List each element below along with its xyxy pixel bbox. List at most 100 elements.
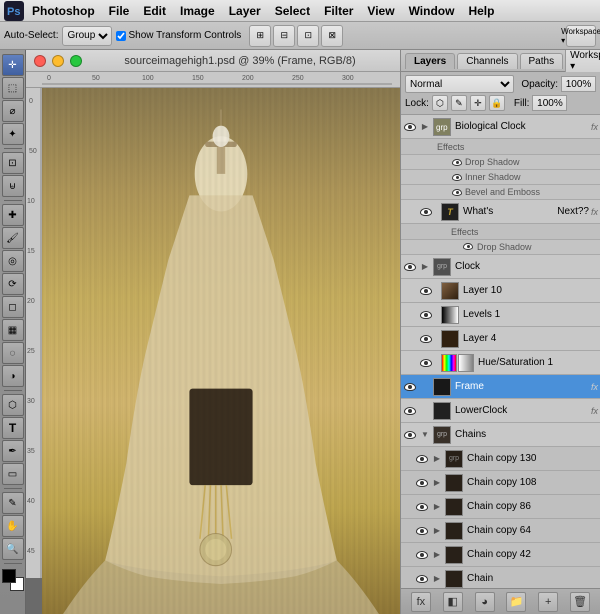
expand-chain-130[interactable]: ▶	[431, 452, 443, 466]
eye-layer-4[interactable]	[419, 332, 433, 346]
layer-lower-clock[interactable]: LowerClock fx	[401, 399, 600, 423]
layer-hue-saturation[interactable]: Hue/Saturation 1	[401, 351, 600, 375]
effect-inner-shadow-1[interactable]: Inner Shadow	[401, 170, 600, 185]
tool-magic-wand[interactable]: ✦	[2, 123, 24, 145]
menu-edit[interactable]: Edit	[137, 2, 172, 20]
tool-healing[interactable]: ✚	[2, 204, 24, 226]
expand-chain-64[interactable]: ▶	[431, 524, 443, 538]
tool-eraser[interactable]: ◻	[2, 296, 24, 318]
tool-clone[interactable]: ◎	[2, 250, 24, 272]
expand-chain-42[interactable]: ▶	[431, 548, 443, 562]
toolbar-icon-3[interactable]: ⊡	[297, 25, 319, 47]
menu-window[interactable]: Window	[403, 2, 461, 20]
tool-zoom[interactable]: 🔍	[2, 538, 24, 560]
layers-tab[interactable]: Layers	[405, 53, 455, 69]
lock-position-btn[interactable]: ✛	[470, 95, 486, 111]
tool-path[interactable]: ⬡	[2, 394, 24, 416]
opacity-input[interactable]	[561, 76, 596, 92]
canvas-content[interactable]: 0 50 10 15 20 25 30 35 40 45	[26, 88, 400, 614]
tool-dodge[interactable]: ◑	[2, 365, 24, 387]
window-maximize-btn[interactable]	[70, 55, 82, 67]
layer-clock[interactable]: ▶ grp Clock	[401, 255, 600, 279]
window-close-btn[interactable]	[34, 55, 46, 67]
layer-chain-copy-130[interactable]: ▶ grp Chain copy 130	[401, 447, 600, 471]
eye-drop-shadow-2[interactable]	[463, 243, 475, 251]
lock-pixels-btn[interactable]: ✎	[451, 95, 467, 111]
delete-layer-btn[interactable]: 🗑	[570, 592, 590, 612]
lock-all-btn[interactable]: 🔒	[489, 95, 505, 111]
window-minimize-btn[interactable]	[52, 55, 64, 67]
expand-biological-clock[interactable]: ▶	[419, 120, 431, 134]
menu-image[interactable]: Image	[174, 2, 221, 20]
eye-inner-shadow-1[interactable]	[451, 173, 463, 181]
layer-biological-clock[interactable]: ▶ grp Biological Clock fx	[401, 115, 600, 139]
eye-chain-42[interactable]	[415, 548, 429, 562]
eye-chain-108[interactable]	[415, 476, 429, 490]
effect-drop-shadow-1[interactable]: Drop Shadow	[401, 155, 600, 170]
new-group-btn[interactable]: 📁	[506, 592, 526, 612]
channels-tab[interactable]: Channels	[457, 53, 517, 69]
eye-whats-next[interactable]	[419, 205, 433, 219]
tool-type[interactable]: T	[2, 417, 24, 439]
tool-move[interactable]: ✛	[2, 54, 24, 76]
tool-blur[interactable]: ◌	[2, 342, 24, 364]
toolbar-icon-1[interactable]: ⊞	[249, 25, 271, 47]
new-layer-btn[interactable]: +	[538, 592, 558, 612]
add-mask-btn[interactable]: ◧	[443, 592, 463, 612]
tool-brush[interactable]: 🖌	[2, 227, 24, 249]
tool-note[interactable]: ✎	[2, 492, 24, 514]
expand-chain[interactable]: ▶	[431, 572, 443, 586]
expand-chains[interactable]: ▼	[419, 428, 431, 442]
effect-bevel-emboss[interactable]: Bevel and Emboss	[401, 185, 600, 200]
menu-select[interactable]: Select	[269, 2, 316, 20]
eye-bevel-emboss[interactable]	[451, 188, 463, 196]
tool-history[interactable]: ⟳	[2, 273, 24, 295]
tool-lasso[interactable]: ⌀	[2, 100, 24, 122]
layer-chains[interactable]: ▼ grp Chains	[401, 423, 600, 447]
workspace-icon[interactable]: Workspace ▾	[566, 25, 596, 47]
show-transform-checkbox[interactable]	[116, 31, 126, 41]
tool-crop[interactable]: ⊡	[2, 152, 24, 174]
toolbar-icon-2[interactable]: ⊟	[273, 25, 295, 47]
eye-chain-86[interactable]	[415, 500, 429, 514]
eye-chains[interactable]	[403, 428, 417, 442]
blend-mode-select[interactable]: Normal	[405, 75, 514, 93]
tool-pen[interactable]: ✒	[2, 440, 24, 462]
eye-chain[interactable]	[415, 572, 429, 586]
photo-canvas[interactable]	[42, 88, 400, 614]
layer-whats-next[interactable]: T What's Next?? fx	[401, 200, 600, 224]
eye-drop-shadow-1[interactable]	[451, 158, 463, 166]
eye-levels-1[interactable]	[419, 308, 433, 322]
menu-help[interactable]: Help	[462, 2, 500, 20]
paths-tab[interactable]: Paths	[520, 53, 564, 69]
show-transform-label[interactable]: Show Transform Controls	[116, 30, 241, 41]
layer-frame[interactable]: Frame fx	[401, 375, 600, 399]
menu-filter[interactable]: Filter	[318, 2, 359, 20]
eye-chain-64[interactable]	[415, 524, 429, 538]
layer-chain-copy-64[interactable]: ▶ Chain copy 64	[401, 519, 600, 543]
fill-input[interactable]	[532, 95, 567, 111]
menu-file[interactable]: File	[103, 2, 136, 20]
workspace-button[interactable]: Workspace ▾	[565, 50, 600, 74]
menu-layer[interactable]: Layer	[223, 2, 267, 20]
menu-view[interactable]: View	[361, 2, 400, 20]
tool-eyedropper[interactable]: ⊌	[2, 175, 24, 197]
eye-frame[interactable]	[403, 380, 417, 394]
expand-chain-86[interactable]: ▶	[431, 500, 443, 514]
layer-chain-copy-108[interactable]: ▶ Chain copy 108	[401, 471, 600, 495]
add-layer-style-btn[interactable]: fx	[411, 592, 431, 612]
toolbar-icon-4[interactable]: ⊠	[321, 25, 343, 47]
layer-chain[interactable]: ▶ Chain	[401, 567, 600, 588]
color-swatches[interactable]	[2, 569, 24, 591]
layer-10[interactable]: Layer 10	[401, 279, 600, 303]
menu-photoshop[interactable]: Photoshop	[26, 2, 101, 20]
tool-marquee[interactable]: ⬚	[2, 77, 24, 99]
auto-select-dropdown[interactable]: Group	[62, 26, 112, 46]
expand-chain-108[interactable]: ▶	[431, 476, 443, 490]
layer-levels-1[interactable]: Levels 1	[401, 303, 600, 327]
tool-gradient[interactable]: ▦	[2, 319, 24, 341]
eye-hue-saturation[interactable]	[419, 356, 433, 370]
lock-transparent-btn[interactable]: ⬡	[432, 95, 448, 111]
layers-list[interactable]: ▶ grp Biological Clock fx Effects Drop S…	[401, 115, 600, 588]
layer-chain-copy-86[interactable]: ▶ Chain copy 86	[401, 495, 600, 519]
